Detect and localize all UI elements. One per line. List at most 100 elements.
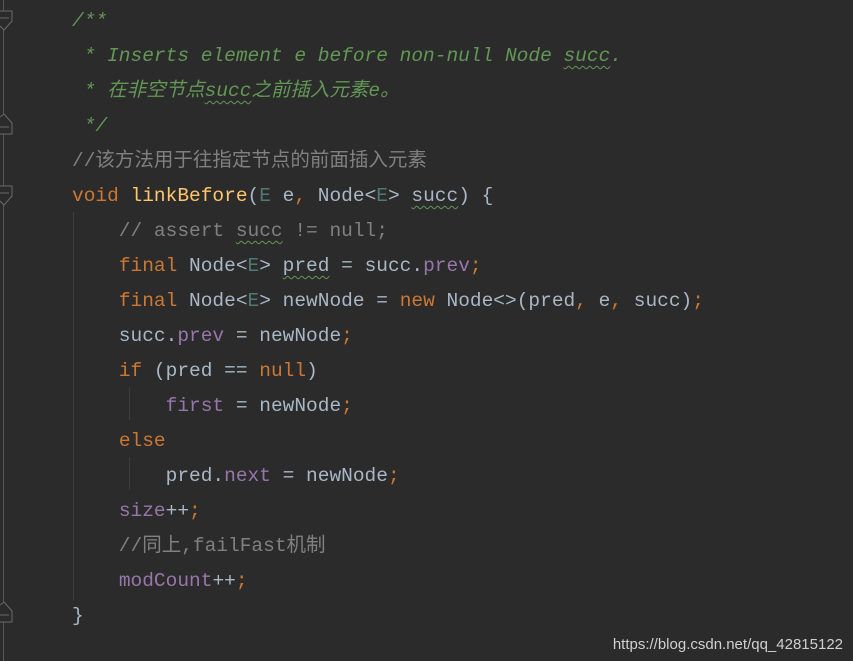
code-token: final (118, 255, 178, 277)
code-token: , (610, 290, 623, 312)
code-token: e (586, 290, 611, 312)
code-line[interactable]: } (72, 599, 84, 634)
code-token: (pred == (142, 360, 260, 382)
code-line[interactable]: final Node<E> pred = succ.prev; (72, 249, 482, 284)
code-token: > newNode = (259, 290, 400, 312)
code-line[interactable]: * Inserts element e before non-null Node… (72, 39, 622, 74)
code-token: ; (692, 290, 704, 312)
code-token: succ (204, 80, 252, 102)
code-token: E (376, 185, 388, 207)
code-token: = newNode (224, 395, 342, 417)
fold-start-icon[interactable] (0, 185, 13, 207)
code-token: E (259, 185, 271, 207)
code-token: * 在非空节点 (72, 80, 205, 102)
code-line[interactable]: * 在非空节点succ之前插入元素e。 (72, 74, 400, 109)
code-token: ++ (212, 570, 236, 592)
code-token: = newNode (270, 465, 388, 487)
code-line[interactable]: succ.prev = newNode; (72, 319, 353, 354)
code-token: ; (341, 395, 353, 417)
code-line[interactable]: /** (72, 4, 107, 39)
code-token: succ. (72, 325, 178, 347)
gutter-line (3, 0, 4, 661)
code-token: linkBefore (130, 185, 248, 207)
code-line[interactable]: size++; (72, 494, 201, 529)
code-token: null (259, 360, 307, 382)
code-token: Node<>(pred (434, 290, 576, 312)
code-token: ; (469, 255, 482, 277)
code-token: E (247, 290, 260, 312)
code-token: ; (387, 465, 400, 487)
fold-start-icon[interactable] (0, 10, 13, 32)
code-line[interactable]: final Node<E> newNode = new Node<>(pred,… (72, 284, 704, 319)
code-token: * Inserts element e before non-null Node (72, 45, 564, 67)
code-token: ; (189, 500, 201, 522)
code-line[interactable]: */ (72, 109, 107, 144)
code-token: > (387, 185, 412, 207)
code-token: = newNode (224, 325, 342, 347)
code-token: 之前插入元素e。 (251, 80, 400, 102)
code-token: ( (247, 185, 260, 207)
code-token: succ (235, 220, 283, 242)
code-token: ) (306, 360, 318, 382)
code-token: prev (177, 325, 225, 347)
code-token: prev (423, 255, 470, 277)
code-line[interactable]: pred.next = newNode; (72, 459, 400, 494)
code-token: first (165, 395, 225, 417)
code-token: if (118, 360, 143, 382)
code-token: ; (235, 570, 248, 592)
code-token: != null; (282, 220, 388, 242)
code-token: ) { (458, 185, 494, 207)
code-token: , (575, 290, 587, 312)
code-token: size (118, 500, 166, 522)
code-token: pred (282, 255, 330, 277)
code-token: e (270, 185, 295, 207)
code-token: E (247, 255, 260, 277)
code-token: */ (72, 115, 108, 137)
code-token: > (259, 255, 283, 277)
code-token: /** (72, 10, 108, 32)
code-token: Node< (306, 185, 377, 207)
watermark: https://blog.csdn.net/qq_42815122 (612, 636, 843, 653)
code-token: . (610, 45, 622, 67)
fold-end-icon[interactable] (0, 113, 13, 135)
code-token: , (294, 185, 307, 207)
fold-gutter (0, 0, 14, 661)
code-token: Node< (177, 290, 248, 312)
code-editor[interactable]: /** * Inserts element e before non-null … (0, 0, 853, 661)
code-line[interactable]: modCount++; (72, 564, 248, 599)
code-token: succ) (622, 290, 693, 312)
code-line[interactable]: //同上,failFast机制 (72, 529, 326, 564)
code-token: ++ (165, 500, 190, 522)
code-line[interactable]: else (72, 424, 166, 459)
code-token: } (72, 605, 84, 627)
code-token: Node< (177, 255, 248, 277)
fold-end-icon[interactable] (0, 601, 13, 623)
code-line[interactable]: //该方法用于往指定节点的前面插入元素 (72, 144, 427, 179)
code-token: else (118, 430, 166, 452)
code-token: //同上,failFast机制 (72, 535, 326, 557)
code-line[interactable]: first = newNode; (72, 389, 353, 424)
code-line[interactable]: // assert succ != null; (72, 214, 388, 249)
code-token: //该方法用于往指定节点的前面插入元素 (72, 150, 427, 172)
code-line[interactable]: void linkBefore(E e, Node<E> succ) { (72, 179, 493, 214)
code-token: next (224, 465, 271, 487)
code-token: succ (411, 185, 459, 207)
code-token: // assert (72, 220, 236, 242)
code-token: = succ. (329, 255, 424, 277)
code-line[interactable]: if (pred == null) (72, 354, 318, 389)
code-token: void (72, 185, 119, 207)
code-token: ; (341, 325, 353, 347)
code-token: modCount (118, 570, 213, 592)
code-token: pred. (72, 465, 225, 487)
code-token: final (118, 290, 178, 312)
code-token: new (399, 290, 435, 312)
code-token: succ (563, 45, 611, 67)
